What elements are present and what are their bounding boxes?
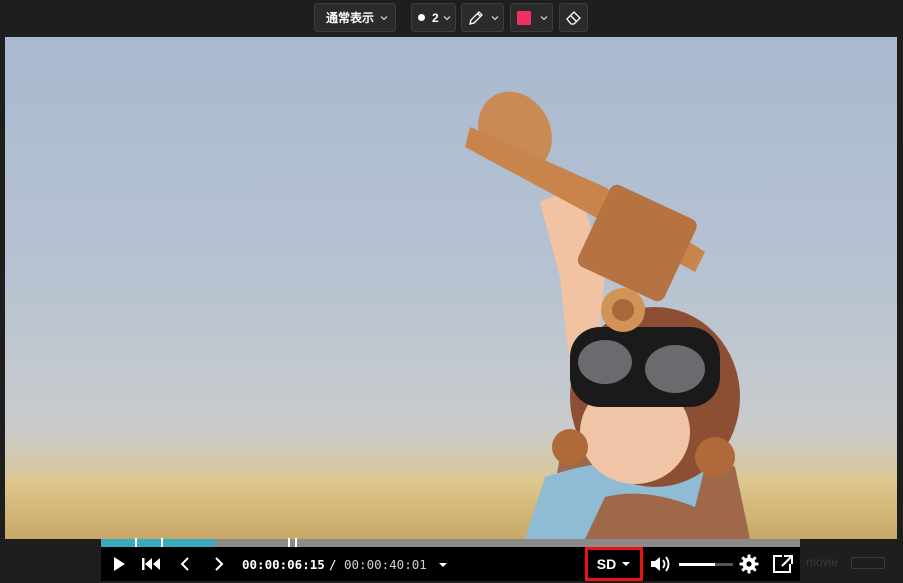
player-controls: 00:00:06:15 / 00:00:40:01 SD xyxy=(101,547,800,581)
quality-selector[interactable]: SD xyxy=(585,547,643,581)
pen-icon xyxy=(469,10,483,25)
quality-label: SD xyxy=(596,556,617,572)
chevron-right-icon xyxy=(215,557,224,571)
view-mode-dropdown[interactable]: 通常表示 xyxy=(314,3,396,32)
next-frame-button[interactable] xyxy=(209,554,229,574)
color-picker-dropdown[interactable] xyxy=(510,3,553,32)
gear-icon xyxy=(739,554,759,574)
time-separator: / xyxy=(329,557,337,572)
annotation-toolbar: 通常表示 2 xyxy=(0,0,903,37)
volume-button[interactable] xyxy=(649,554,673,574)
external-link-icon xyxy=(773,555,793,573)
caret-down-icon xyxy=(622,562,631,566)
play-button[interactable] xyxy=(109,554,129,574)
chevron-down-icon xyxy=(491,16,499,21)
chevron-down-icon xyxy=(443,16,451,21)
color-swatch xyxy=(517,10,531,25)
volume-icon xyxy=(651,556,670,572)
eraser-icon xyxy=(565,10,581,25)
skip-back-icon xyxy=(142,558,160,570)
view-mode-label: 通常表示 xyxy=(326,11,375,25)
chevron-left-icon xyxy=(180,557,189,571)
caret-down-icon xyxy=(439,563,447,567)
seek-bar[interactable] xyxy=(101,538,800,548)
watermark-logo xyxy=(851,557,885,569)
skip-to-start-button[interactable] xyxy=(139,554,163,574)
volume-slider-fill xyxy=(679,563,716,566)
pen-tool-dropdown[interactable] xyxy=(461,3,504,32)
brush-dot-icon xyxy=(418,14,425,21)
popout-button[interactable] xyxy=(771,554,795,574)
total-time: 00:00:40:01 xyxy=(344,557,427,572)
eraser-button[interactable] xyxy=(559,3,588,32)
video-frame[interactable] xyxy=(5,37,897,539)
brush-size-value: 2 xyxy=(432,10,439,25)
play-icon xyxy=(114,557,125,571)
current-time: 00:00:06:15 xyxy=(242,557,325,572)
watermark: movie xyxy=(806,555,839,569)
video-image xyxy=(5,91,897,539)
chevron-down-icon xyxy=(380,16,388,21)
previous-frame-button[interactable] xyxy=(175,554,195,574)
chevron-down-icon xyxy=(540,16,548,21)
volume-slider[interactable] xyxy=(679,563,733,566)
time-format-dropdown[interactable] xyxy=(437,559,449,571)
brush-size-dropdown[interactable]: 2 xyxy=(411,3,456,32)
settings-button[interactable] xyxy=(739,554,759,574)
seek-bar-progress xyxy=(101,539,215,547)
